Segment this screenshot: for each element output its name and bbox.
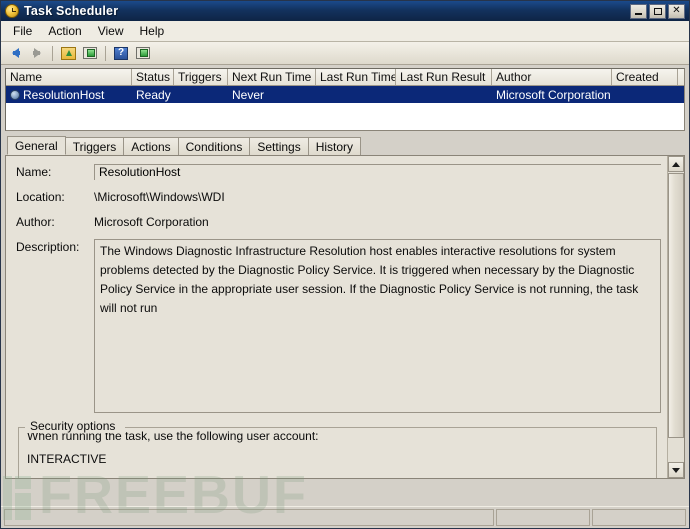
detail-vertical-scrollbar[interactable] xyxy=(667,156,684,478)
security-options-group: Security options When running the task, … xyxy=(18,419,657,478)
description-field-row: Description: The Windows Diagnostic Infr… xyxy=(16,239,661,413)
author-field-row: Author: Microsoft Corporation xyxy=(16,214,661,230)
cell-name: ResolutionHost xyxy=(6,87,132,103)
author-value: Microsoft Corporation xyxy=(94,215,209,229)
security-account-prompt: When running the task, use the following… xyxy=(27,429,319,443)
scroll-down-button[interactable] xyxy=(668,462,684,478)
menu-help[interactable]: Help xyxy=(132,22,173,41)
location-field-row: Location: \Microsoft\Windows\WDI xyxy=(16,189,661,205)
clock-icon xyxy=(5,4,19,18)
column-header-last-run-result[interactable]: Last Run Result xyxy=(396,69,492,85)
task-list[interactable]: Name Status Triggers Next Run Time Last … xyxy=(5,68,685,131)
detail-tabs: General Triggers Actions Conditions Sett… xyxy=(5,136,685,156)
window-controls: ✕ xyxy=(630,3,685,19)
column-header-last-run-time[interactable]: Last Run Time xyxy=(316,69,396,85)
show-hide-console-tree-icon[interactable] xyxy=(80,44,100,63)
status-pane-secondary xyxy=(496,509,590,526)
table-row[interactable]: ResolutionHost Ready Never Microsoft Cor… xyxy=(6,86,684,103)
name-label: Name: xyxy=(16,165,52,179)
tab-history[interactable]: History xyxy=(307,137,362,155)
menu-action[interactable]: Action xyxy=(40,22,89,41)
minimize-button[interactable] xyxy=(630,3,647,19)
column-header-next-run-time[interactable]: Next Run Time xyxy=(228,69,316,85)
location-label: Location: xyxy=(16,190,65,204)
show-hide-action-pane-icon[interactable] xyxy=(133,44,153,63)
title-bar: Task Scheduler ✕ xyxy=(1,1,689,21)
cell-next-run-time: Never xyxy=(232,87,265,102)
scroll-up-button[interactable] xyxy=(668,156,684,172)
column-header-name[interactable]: Name xyxy=(6,69,132,85)
back-arrow-icon[interactable] xyxy=(5,44,25,63)
status-bar xyxy=(1,506,689,528)
toolbar: ? xyxy=(1,42,689,65)
task-list-header: Name Status Triggers Next Run Time Last … xyxy=(6,69,684,86)
author-label: Author: xyxy=(16,215,55,229)
folder-up-icon[interactable] xyxy=(58,44,78,63)
scroll-thumb[interactable] xyxy=(668,173,684,438)
cell-author: Microsoft Corporation xyxy=(496,87,611,102)
forward-arrow-icon[interactable] xyxy=(27,44,47,63)
help-icon[interactable]: ? xyxy=(111,44,131,63)
tab-conditions[interactable]: Conditions xyxy=(177,137,251,155)
name-field-row: Name: ResolutionHost xyxy=(16,164,661,180)
tab-general[interactable]: General xyxy=(7,136,66,155)
task-name-text: ResolutionHost xyxy=(23,87,105,102)
general-tab-content: Name: ResolutionHost Location: \Microsof… xyxy=(6,156,667,478)
menu-view[interactable]: View xyxy=(90,22,132,41)
description-label: Description: xyxy=(16,240,80,254)
tab-triggers[interactable]: Triggers xyxy=(64,137,125,155)
tab-actions[interactable]: Actions xyxy=(123,137,179,155)
toolbar-separator-1 xyxy=(52,45,53,61)
tab-settings[interactable]: Settings xyxy=(249,137,309,155)
status-pane-tertiary xyxy=(592,509,686,526)
close-button[interactable]: ✕ xyxy=(668,3,685,19)
security-options-title: Security options xyxy=(27,419,119,433)
general-tab-panel: Name: ResolutionHost Location: \Microsof… xyxy=(5,156,685,479)
task-scheduler-window: Task Scheduler ✕ File Action View Help ?… xyxy=(0,0,690,529)
column-header-triggers[interactable]: Triggers xyxy=(174,69,228,85)
maximize-button[interactable] xyxy=(649,3,666,19)
menu-bar: File Action View Help xyxy=(1,21,689,42)
description-textarea[interactable]: The Windows Diagnostic Infrastructure Re… xyxy=(94,239,661,413)
security-account-value: INTERACTIVE xyxy=(27,452,107,466)
column-header-author[interactable]: Author xyxy=(492,69,612,85)
column-header-status[interactable]: Status xyxy=(132,69,174,85)
column-header-created[interactable]: Created xyxy=(612,69,678,85)
name-input[interactable]: ResolutionHost xyxy=(94,164,661,180)
location-value: \Microsoft\Windows\WDI xyxy=(94,190,225,204)
status-pane-main xyxy=(4,509,494,526)
toolbar-separator-2 xyxy=(105,45,106,61)
cell-status: Ready xyxy=(136,87,171,102)
task-clock-icon xyxy=(10,89,20,100)
window-title: Task Scheduler xyxy=(24,4,119,18)
menu-file[interactable]: File xyxy=(5,22,40,41)
